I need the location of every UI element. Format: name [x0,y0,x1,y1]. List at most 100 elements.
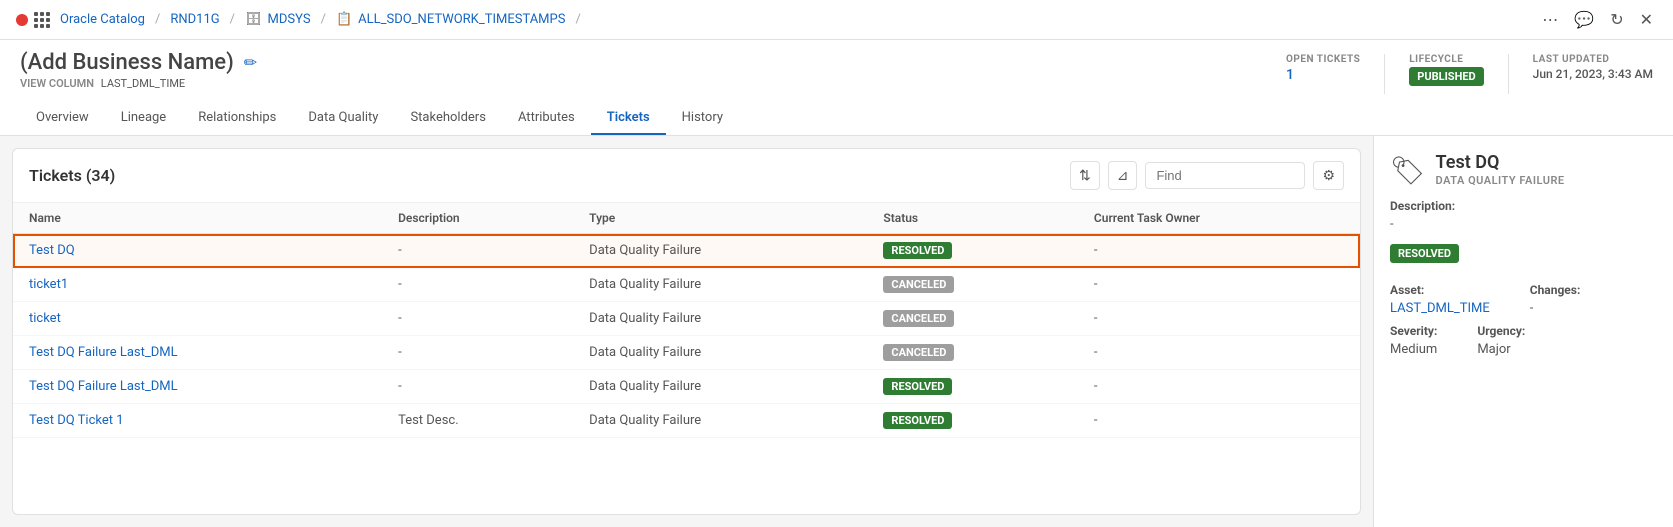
tab-lineage[interactable]: Lineage [105,102,183,135]
cell-description: - [382,302,573,336]
tab-stakeholders[interactable]: Stakeholders [394,102,501,135]
cell-name[interactable]: Test DQ Ticket 1 [13,404,382,438]
table-row[interactable]: Test DQ Ticket 1 Test Desc. Data Quality… [13,404,1360,438]
urgency-value: Major [1477,342,1525,357]
last-updated-stat: LAST UPDATED Jun 21, 2023, 3:43 AM [1533,54,1653,81]
filter-button[interactable]: ⊿ [1108,161,1138,190]
breadcrumb-mdsys[interactable]: MDSYS [268,12,311,27]
status-badge: RESOLVED [883,242,952,259]
cell-status: CANCELED [867,268,1078,302]
oracle-dot [16,14,28,26]
asset-value[interactable]: LAST_DML_TIME [1390,301,1490,316]
ticket-name-link[interactable]: Test DQ Ticket 1 [29,413,124,428]
sort-button[interactable]: ⇅ [1070,161,1100,190]
breadcrumb-area: Oracle Catalog / RND11G / 🗄 MDSYS / 📋 AL… [16,12,585,28]
main-layout: Tickets (34) ⇅ ⊿ ⚙ Name Description Type… [0,136,1673,527]
panel-urgency-col: Urgency: Major [1477,324,1525,357]
cell-description: - [382,370,573,404]
table-row[interactable]: ticket - Data Quality Failure CANCELED - [13,302,1360,336]
table-row[interactable]: Test DQ Failure Last_DML - Data Quality … [13,336,1360,370]
cell-description: Test Desc. [382,404,573,438]
cell-type: Data Quality Failure [573,336,867,370]
tickets-table: Name Description Type Status Current Tas… [13,203,1360,438]
content-area: Tickets (34) ⇅ ⊿ ⚙ Name Description Type… [12,148,1361,515]
header-section: (Add Business Name) ✏ VIEW COLUMN LAST_D… [0,40,1673,136]
panel-asset-col: Asset: LAST_DML_TIME [1390,283,1490,316]
table-scroll: Name Description Type Status Current Tas… [13,203,1360,514]
stat-divider-1 [1384,54,1385,94]
col-owner: Current Task Owner [1078,203,1360,234]
tab-history[interactable]: History [666,102,739,135]
severity-value: Medium [1390,342,1437,357]
status-badge: CANCELED [883,310,954,327]
ticket-name-link[interactable]: Test DQ Failure Last_DML [29,379,178,394]
view-column-row: VIEW COLUMN LAST_DML_TIME [20,77,257,90]
cell-owner: - [1078,370,1360,404]
cell-type: Data Quality Failure [573,404,867,438]
cell-name[interactable]: ticket [13,302,382,336]
tickets-controls: ⇅ ⊿ ⚙ [1070,161,1344,190]
tab-tickets[interactable]: Tickets [591,102,666,135]
last-updated-value: Jun 21, 2023, 3:43 AM [1533,67,1653,81]
ticket-name-link[interactable]: Test DQ [29,243,75,258]
refresh-button[interactable]: ↻ [1606,6,1627,34]
close-button[interactable]: ✕ [1636,6,1657,34]
breadcrumb-oracle-catalog[interactable]: Oracle Catalog [60,12,145,27]
tab-relationships[interactable]: Relationships [182,102,292,135]
status-badge: CANCELED [883,276,954,293]
cell-status: RESOLVED [867,370,1078,404]
header-left: (Add Business Name) ✏ VIEW COLUMN LAST_D… [20,50,257,90]
cell-status: CANCELED [867,336,1078,370]
description-value: - [1390,217,1657,232]
ticket-name-link[interactable]: ticket [29,311,61,326]
table-row[interactable]: ticket1 - Data Quality Failure CANCELED … [13,268,1360,302]
lifecycle-badge: PUBLISHED [1409,67,1483,86]
ticket-name-link[interactable]: ticket1 [29,277,68,292]
lifecycle-stat: LIFECYCLE PUBLISHED [1409,54,1483,86]
header-right: OPEN TICKETS 1 LIFECYCLE PUBLISHED LAST … [1286,54,1653,94]
top-nav: Oracle Catalog / RND11G / 🗄 MDSYS / 📋 AL… [0,0,1673,40]
more-options-button[interactable]: ⋯ [1538,6,1562,34]
ticket-name-link[interactable]: Test DQ Failure Last_DML [29,345,178,360]
tab-data-quality[interactable]: Data Quality [292,102,394,135]
panel-subtitle: DATA QUALITY FAILURE [1436,174,1565,187]
status-badge: RESOLVED [883,378,952,395]
cell-owner: - [1078,404,1360,438]
breadcrumb-table[interactable]: ALL_SDO_NETWORK_TIMESTAMPS [358,12,565,27]
table-row[interactable]: Test DQ - Data Quality Failure RESOLVED … [13,234,1360,268]
col-name: Name [13,203,382,234]
header-top-row: (Add Business Name) ✏ VIEW COLUMN LAST_D… [20,50,1653,94]
panel-title: Test DQ [1436,152,1565,174]
cell-type: Data Quality Failure [573,370,867,404]
edit-title-button[interactable]: ✏ [244,53,257,73]
tab-attributes[interactable]: Attributes [502,102,591,135]
cell-name[interactable]: Test DQ Failure Last_DML [13,370,382,404]
panel-header: 🏷 Test DQ DATA QUALITY FAILURE [1390,152,1657,187]
tab-overview[interactable]: Overview [20,102,105,135]
cell-name[interactable]: ticket1 [13,268,382,302]
cell-description: - [382,234,573,268]
cell-owner: - [1078,268,1360,302]
breadcrumb-rnd11g[interactable]: RND11G [170,12,219,27]
cell-description: - [382,336,573,370]
settings-button[interactable]: ⚙ [1313,161,1344,190]
cell-type: Data Quality Failure [573,234,867,268]
open-tickets-label: OPEN TICKETS [1286,54,1360,65]
cell-name[interactable]: Test DQ [13,234,382,268]
changes-value: - [1530,301,1581,316]
chat-button[interactable]: 💬 [1570,6,1598,34]
lifecycle-label: LIFECYCLE [1409,54,1463,65]
changes-label: Changes: [1530,283,1581,297]
table-header-row: Name Description Type Status Current Tas… [13,203,1360,234]
table-row[interactable]: Test DQ Failure Last_DML - Data Quality … [13,370,1360,404]
cell-name[interactable]: Test DQ Failure Last_DML [13,336,382,370]
panel-icon: 🏷 [1390,154,1426,187]
asset-label: Asset: [1390,283,1490,297]
severity-label: Severity: [1390,324,1437,338]
cell-status: RESOLVED [867,234,1078,268]
urgency-label: Urgency: [1477,324,1525,338]
find-input[interactable] [1145,162,1305,189]
last-updated-label: LAST UPDATED [1533,54,1610,65]
cell-owner: - [1078,336,1360,370]
cell-status: RESOLVED [867,404,1078,438]
